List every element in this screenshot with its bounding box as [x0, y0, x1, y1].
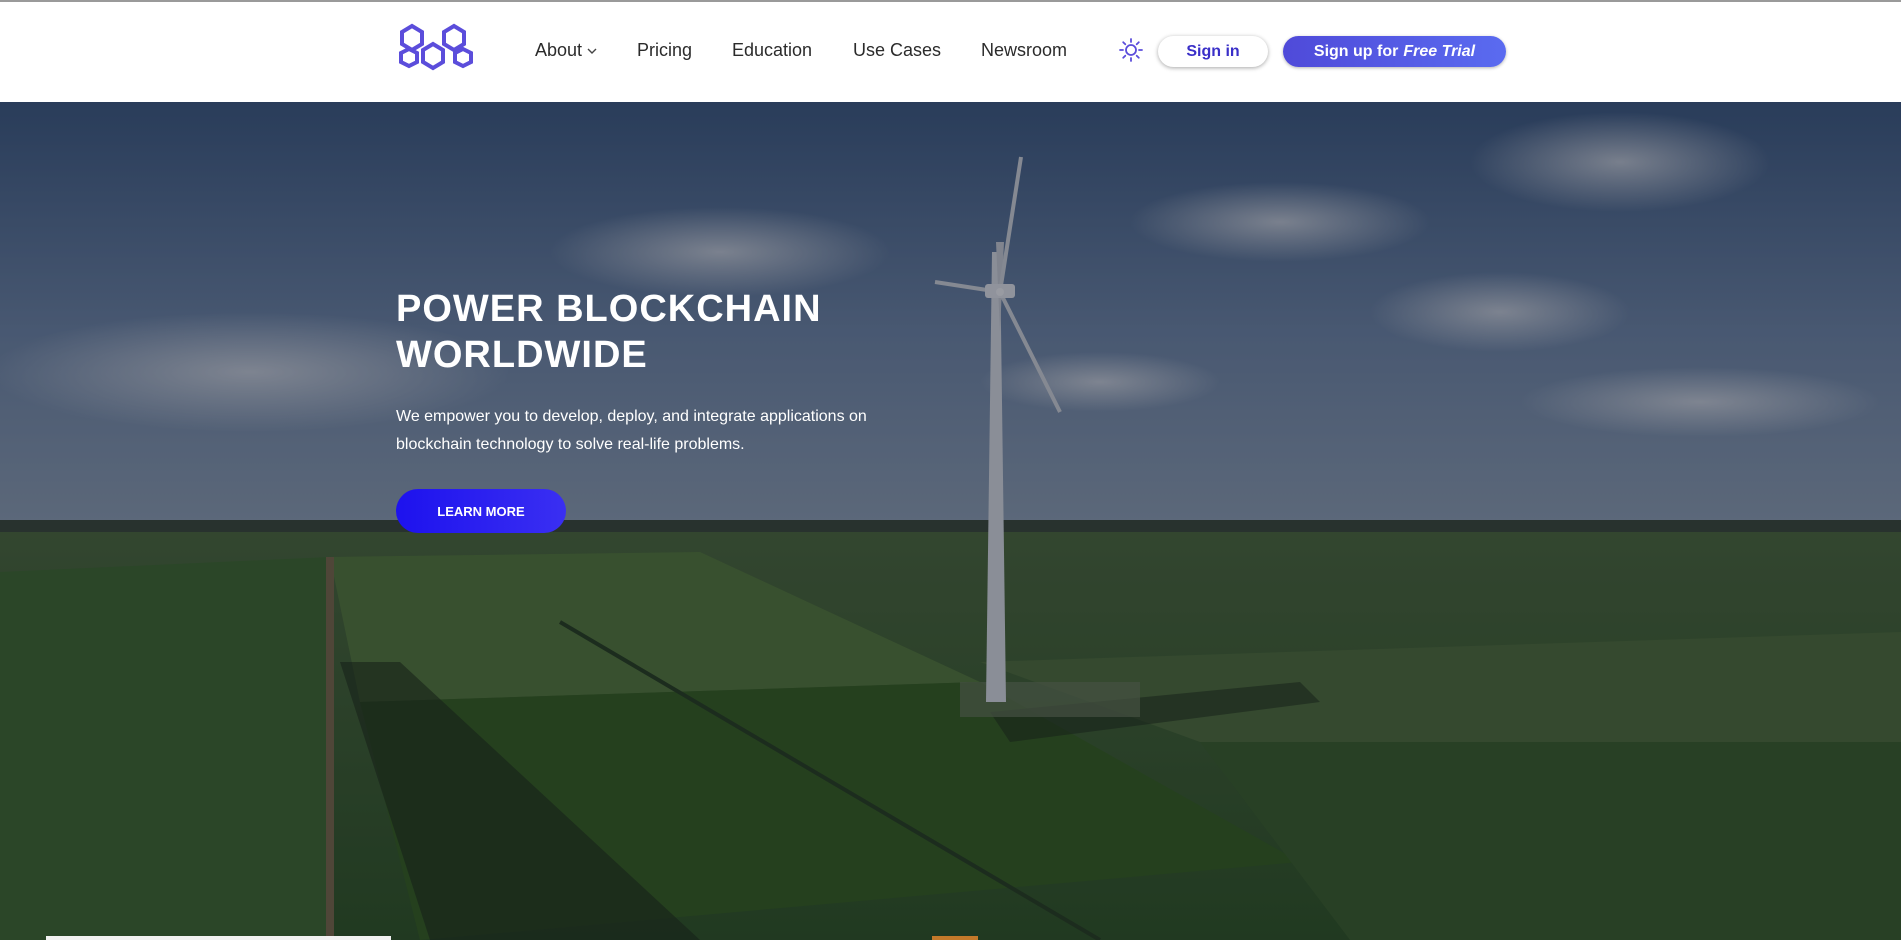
- hero-title-line-1: POWER BLOCKCHAIN: [396, 288, 822, 330]
- hero-description: We empower you to develop, deploy, and i…: [396, 408, 867, 453]
- site-header: About Pricing Education Use Cases Newsro…: [0, 2, 1901, 102]
- bottom-strip: [46, 936, 391, 940]
- nav-use-cases[interactable]: Use Cases: [853, 40, 941, 61]
- sun-icon[interactable]: [1118, 37, 1144, 63]
- hexagon-cluster-icon[interactable]: [394, 22, 478, 74]
- sign-up-label: Sign up for: [1313, 42, 1399, 60]
- nav-about[interactable]: About: [535, 40, 597, 61]
- hero-dark-overlay: [0, 102, 1901, 940]
- sign-in-button[interactable]: Sign in: [1158, 36, 1268, 67]
- learn-more-button[interactable]: LEARN MORE: [396, 489, 566, 533]
- hero-title-line-2: WORLDWIDE: [396, 334, 648, 376]
- free-trial-label: Free Trial: [1403, 42, 1476, 60]
- nav-education[interactable]: Education: [732, 40, 812, 61]
- hero-title: POWER BLOCKCHAIN WORLDWIDE: [396, 286, 956, 378]
- bottom-strip-accent: [932, 936, 978, 940]
- nav-pricing[interactable]: Pricing: [637, 40, 692, 61]
- hero-section: POWER BLOCKCHAIN WORLDWIDE We empower yo…: [0, 102, 1901, 940]
- nav-newsroom[interactable]: Newsroom: [981, 40, 1067, 61]
- sign-up-free-trial-button[interactable]: Sign up for Free Trial: [1283, 36, 1506, 67]
- nav-about-label: About: [535, 40, 583, 60]
- chevron-down-icon: [587, 48, 597, 54]
